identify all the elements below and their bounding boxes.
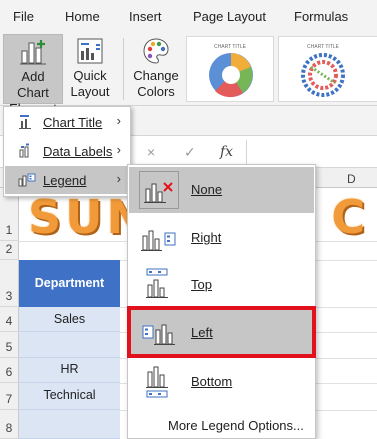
menu-item-data-labels[interactable]: Data Labels ›	[5, 137, 129, 165]
legend-none-icon	[139, 171, 179, 209]
row-header-6[interactable]: 6	[0, 358, 19, 383]
cell-sales[interactable]: Sales	[19, 312, 120, 326]
legend-option-top[interactable]: Top	[129, 262, 314, 308]
chart-title-icon	[19, 115, 31, 129]
row-header-2[interactable]: 2	[0, 241, 19, 260]
legend-right-icon	[141, 230, 176, 251]
ribbon-separator	[123, 38, 124, 100]
chevron-right-icon: ›	[116, 171, 121, 186]
legend-option-label: Right	[191, 230, 222, 245]
tab-insert[interactable]: Insert	[129, 9, 162, 24]
legend-top-icon	[146, 268, 168, 298]
legend-bottom-icon	[146, 366, 168, 398]
function-icon[interactable]: fx	[220, 144, 233, 160]
cancel-icon[interactable]: ×	[147, 144, 155, 160]
department-header-cell[interactable]: Department	[19, 260, 120, 307]
formula-input[interactable]	[246, 140, 377, 164]
chart-style-thumbnail-1[interactable]: CHART TITLE	[186, 36, 274, 102]
add-chart-element-icon	[20, 40, 46, 65]
row-header-3[interactable]: 3	[0, 260, 19, 307]
sunburst-thumbnail-icon	[209, 53, 253, 98]
row-header-4[interactable]: 4	[0, 307, 19, 332]
quick-layout-label-1: Quick	[73, 68, 107, 83]
menu-item-label: Legend	[43, 173, 87, 188]
legend-submenu: None Right Top Left Bottom More Legend O…	[127, 164, 316, 439]
cell-technical[interactable]: Technical	[19, 388, 120, 402]
change-colors-label-1: Change	[133, 68, 179, 83]
chart-style-thumbnail-2[interactable]: CHART TITLE	[278, 36, 377, 102]
chevron-right-icon: ›	[116, 113, 121, 128]
menu-item-label: Data Labels	[43, 144, 113, 159]
row-header-8[interactable]: 8	[0, 410, 19, 439]
column-header-d[interactable]: D	[347, 172, 356, 186]
cell-hr[interactable]: HR	[19, 362, 120, 376]
ribbon-tab-bar: File Home Insert Page Layout Formulas	[0, 0, 377, 32]
add-chart-element-label-1: Add Chart	[17, 69, 49, 100]
legend-option-label: Top	[191, 277, 212, 292]
tab-file[interactable]: File	[13, 9, 34, 24]
tab-home[interactable]: Home	[65, 9, 100, 24]
add-chart-element-button[interactable]: Add Chart Element ⌄	[3, 34, 63, 132]
legend-option-none[interactable]: None	[129, 167, 314, 213]
quick-layout-button[interactable]: Quick Layout ⌄	[64, 34, 116, 115]
legend-option-right[interactable]: Right	[129, 215, 314, 261]
more-legend-options-link[interactable]: More Legend Options...	[168, 418, 304, 433]
legend-option-bottom[interactable]: Bottom	[129, 359, 314, 405]
add-chart-element-menu: Chart Title › Data Labels › Legend ›	[3, 106, 131, 197]
highlight-box	[127, 306, 316, 358]
ribbon: Add Chart Element ⌄ Quick Layout ⌄ Chang…	[0, 32, 377, 132]
legend-option-label: Bottom	[191, 374, 233, 389]
menu-item-legend[interactable]: Legend ›	[5, 166, 129, 194]
table-row[interactable]	[19, 410, 120, 439]
row-header-7[interactable]: 7	[0, 383, 19, 410]
legend-option-label: None	[191, 182, 223, 197]
table-row[interactable]	[19, 332, 120, 358]
sunburst-thumbnail-icon	[301, 53, 345, 97]
tab-formulas[interactable]: Formulas	[294, 9, 348, 24]
data-labels-icon	[19, 143, 29, 158]
palette-icon	[143, 38, 169, 64]
chevron-right-icon: ›	[116, 142, 121, 157]
change-colors-button[interactable]: Change Colors ⌄	[130, 34, 182, 115]
row-header-5[interactable]: 5	[0, 332, 19, 358]
legend-icon	[18, 173, 36, 187]
quick-layout-icon	[77, 38, 103, 64]
menu-item-chart-title[interactable]: Chart Title ›	[5, 108, 129, 136]
menu-item-label: Chart Title	[43, 115, 103, 130]
tab-page-layout[interactable]: Page Layout	[193, 9, 266, 24]
confirm-icon[interactable]: ✓	[184, 144, 196, 161]
